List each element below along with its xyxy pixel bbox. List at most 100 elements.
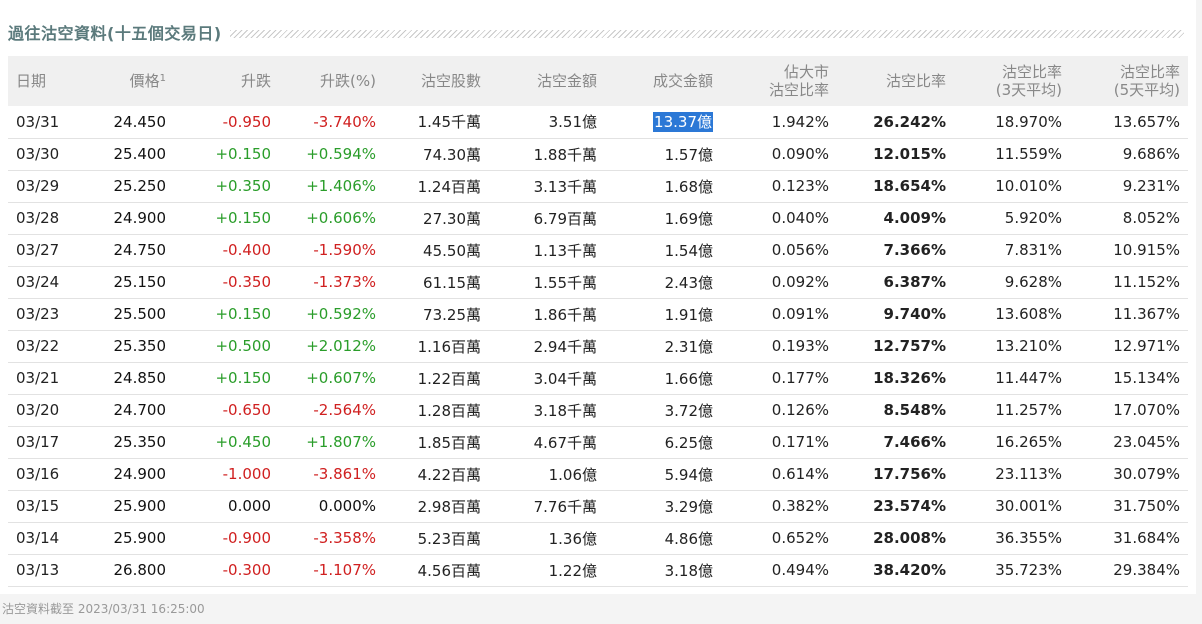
row-change: -1.000: [222, 465, 271, 483]
row-market-ratio: 0.193%: [771, 337, 829, 355]
row-change-pct: -1.590%: [313, 241, 376, 259]
col-header-ratio-5day[interactable]: 沽空比率 (5天平均): [1070, 56, 1188, 106]
row-short-ratio: 9.740%: [883, 305, 946, 323]
row-ratio-3day: 11.447%: [995, 369, 1062, 387]
row-short-ratio: 28.008%: [873, 529, 946, 547]
row-short-shares: 1.24百萬: [417, 177, 481, 196]
row-short-amount: 7.76千萬: [533, 497, 597, 516]
table-row: 03/22 25.350 +0.500 +2.012% 1.16百萬 2.94千萬 2.31…: [8, 330, 1188, 362]
row-market-ratio: 0.652%: [771, 529, 829, 547]
row-short-ratio: 7.466%: [883, 433, 946, 451]
col-header-short-shares[interactable]: 沽空股數: [384, 56, 489, 106]
row-turnover: 5.94億: [664, 465, 713, 484]
row-change: +0.150: [215, 209, 271, 227]
row-date: 03/20: [16, 401, 60, 419]
col-header-date[interactable]: 日期: [8, 56, 90, 106]
short-selling-panel: 過往沽空資料(十五個交易日) 日期 價格1 升跌 升跌(%) 沽空股數 沽空金額: [0, 0, 1196, 594]
row-short-ratio: 6.387%: [883, 273, 946, 291]
row-short-shares: 74.30萬: [423, 145, 481, 164]
row-short-amount: 2.94千萬: [533, 337, 597, 356]
table-row: 03/14 25.900 -0.900 -3.358% 5.23百萬 1.36億 4.86億…: [8, 522, 1188, 554]
row-turnover: 3.18億: [664, 561, 713, 580]
row-date: 03/29: [16, 177, 60, 195]
table-row: 03/17 25.350 +0.450 +1.807% 1.85百萬 4.67千萬 6.25…: [8, 426, 1188, 458]
row-change-pct: +1.406%: [306, 177, 376, 195]
row-market-ratio: 0.126%: [771, 401, 829, 419]
row-date: 03/15: [16, 497, 60, 515]
short-selling-table: 日期 價格1 升跌 升跌(%) 沽空股數 沽空金額 成交金額 佔大市 沽空比率 沽…: [8, 56, 1188, 587]
row-ratio-5day: 31.684%: [1113, 529, 1180, 547]
row-price: 25.900: [113, 497, 167, 515]
row-price: 24.750: [113, 241, 167, 259]
row-change-pct: +0.594%: [306, 145, 376, 163]
row-short-ratio: 23.574%: [873, 497, 946, 515]
row-change: +0.150: [215, 369, 271, 387]
table-row: 03/23 25.500 +0.150 +0.592% 73.25萬 1.86千萬 1.91…: [8, 298, 1188, 330]
row-change-pct: -1.373%: [313, 273, 376, 291]
row-change-pct: -3.740%: [313, 112, 376, 131]
row-turnover: 1.69億: [664, 209, 713, 228]
row-date: 03/14: [16, 529, 60, 547]
row-ratio-5day: 9.231%: [1122, 177, 1180, 195]
row-turnover: 3.29億: [664, 497, 713, 516]
col-header-turnover[interactable]: 成交金額: [605, 56, 721, 106]
row-change-pct: -2.564%: [313, 401, 376, 419]
row-ratio-5day: 31.750%: [1113, 497, 1180, 515]
row-short-shares: 1.45千萬: [417, 113, 481, 132]
col-header-change[interactable]: 升跌: [174, 56, 279, 106]
row-change-pct: -3.861%: [313, 465, 376, 483]
row-date: 03/21: [16, 369, 60, 387]
row-change: +0.150: [215, 145, 271, 163]
col-header-short-ratio[interactable]: 沽空比率: [837, 56, 954, 106]
row-market-ratio: 0.382%: [771, 497, 829, 515]
col-header-market-ratio[interactable]: 佔大市 沽空比率: [721, 56, 837, 106]
row-price: 25.900: [113, 529, 167, 547]
row-turnover: 4.86億: [664, 529, 713, 548]
row-date: 03/16: [16, 465, 60, 483]
row-ratio-5day: 11.367%: [1113, 305, 1180, 323]
col-header-change-pct[interactable]: 升跌(%): [279, 56, 384, 106]
row-turnover: 1.66億: [664, 369, 713, 388]
row-short-shares: 4.56百萬: [417, 561, 481, 580]
row-turnover: 3.72億: [664, 401, 713, 420]
row-change: +0.350: [215, 177, 271, 195]
row-short-shares: 1.16百萬: [417, 337, 481, 356]
row-short-amount: 1.88千萬: [533, 145, 597, 164]
row-change-pct: +0.606%: [306, 209, 376, 227]
row-ratio-3day: 35.723%: [995, 561, 1062, 579]
col-header-price[interactable]: 價格1: [90, 56, 174, 106]
row-ratio-5day: 12.971%: [1113, 337, 1180, 355]
table-row: 03/28 24.900 +0.150 +0.606% 27.30萬 6.79百萬 1.69…: [8, 202, 1188, 234]
row-date: 03/31: [16, 112, 60, 131]
row-market-ratio: 0.614%: [771, 465, 829, 483]
row-short-shares: 27.30萬: [423, 209, 481, 228]
row-ratio-5day: 13.657%: [1113, 112, 1180, 131]
col-header-short-amount[interactable]: 沽空金額: [489, 56, 605, 106]
row-change: -0.900: [222, 529, 271, 547]
row-price: 25.350: [113, 433, 167, 451]
title-divider: [229, 30, 1184, 38]
row-short-ratio: 38.420%: [873, 561, 946, 579]
row-market-ratio: 0.091%: [771, 305, 829, 323]
row-date: 03/27: [16, 241, 60, 259]
row-short-amount: 3.13千萬: [533, 177, 597, 196]
row-turnover: 6.25億: [664, 433, 713, 452]
col-header-ratio-3day[interactable]: 沽空比率 (3天平均): [954, 56, 1070, 106]
row-date: 03/22: [16, 337, 60, 355]
row-short-amount: 1.06億: [548, 465, 597, 484]
row-ratio-3day: 23.113%: [995, 465, 1062, 483]
row-short-amount: 1.36億: [548, 529, 597, 548]
row-short-ratio: 18.654%: [873, 177, 946, 195]
row-short-ratio: 12.757%: [873, 337, 946, 355]
row-short-ratio: 4.009%: [883, 209, 946, 227]
row-ratio-3day: 16.265%: [995, 433, 1062, 451]
row-date: 03/17: [16, 433, 60, 451]
table-header-row: 日期 價格1 升跌 升跌(%) 沽空股數 沽空金額 成交金額 佔大市 沽空比率 沽…: [8, 56, 1188, 106]
row-price: 26.800: [113, 561, 167, 579]
table-row: 03/24 25.150 -0.350 -1.373% 61.15萬 1.55千萬 2.43…: [8, 266, 1188, 298]
row-short-shares: 73.25萬: [423, 305, 481, 324]
table-row: 03/31 24.450 -0.950 -3.740% 1.45千萬 3.51億 13.37…: [8, 106, 1188, 138]
row-short-amount: 3.51億: [548, 113, 597, 132]
row-market-ratio: 0.171%: [771, 433, 829, 451]
row-turnover: 1.54億: [664, 241, 713, 260]
